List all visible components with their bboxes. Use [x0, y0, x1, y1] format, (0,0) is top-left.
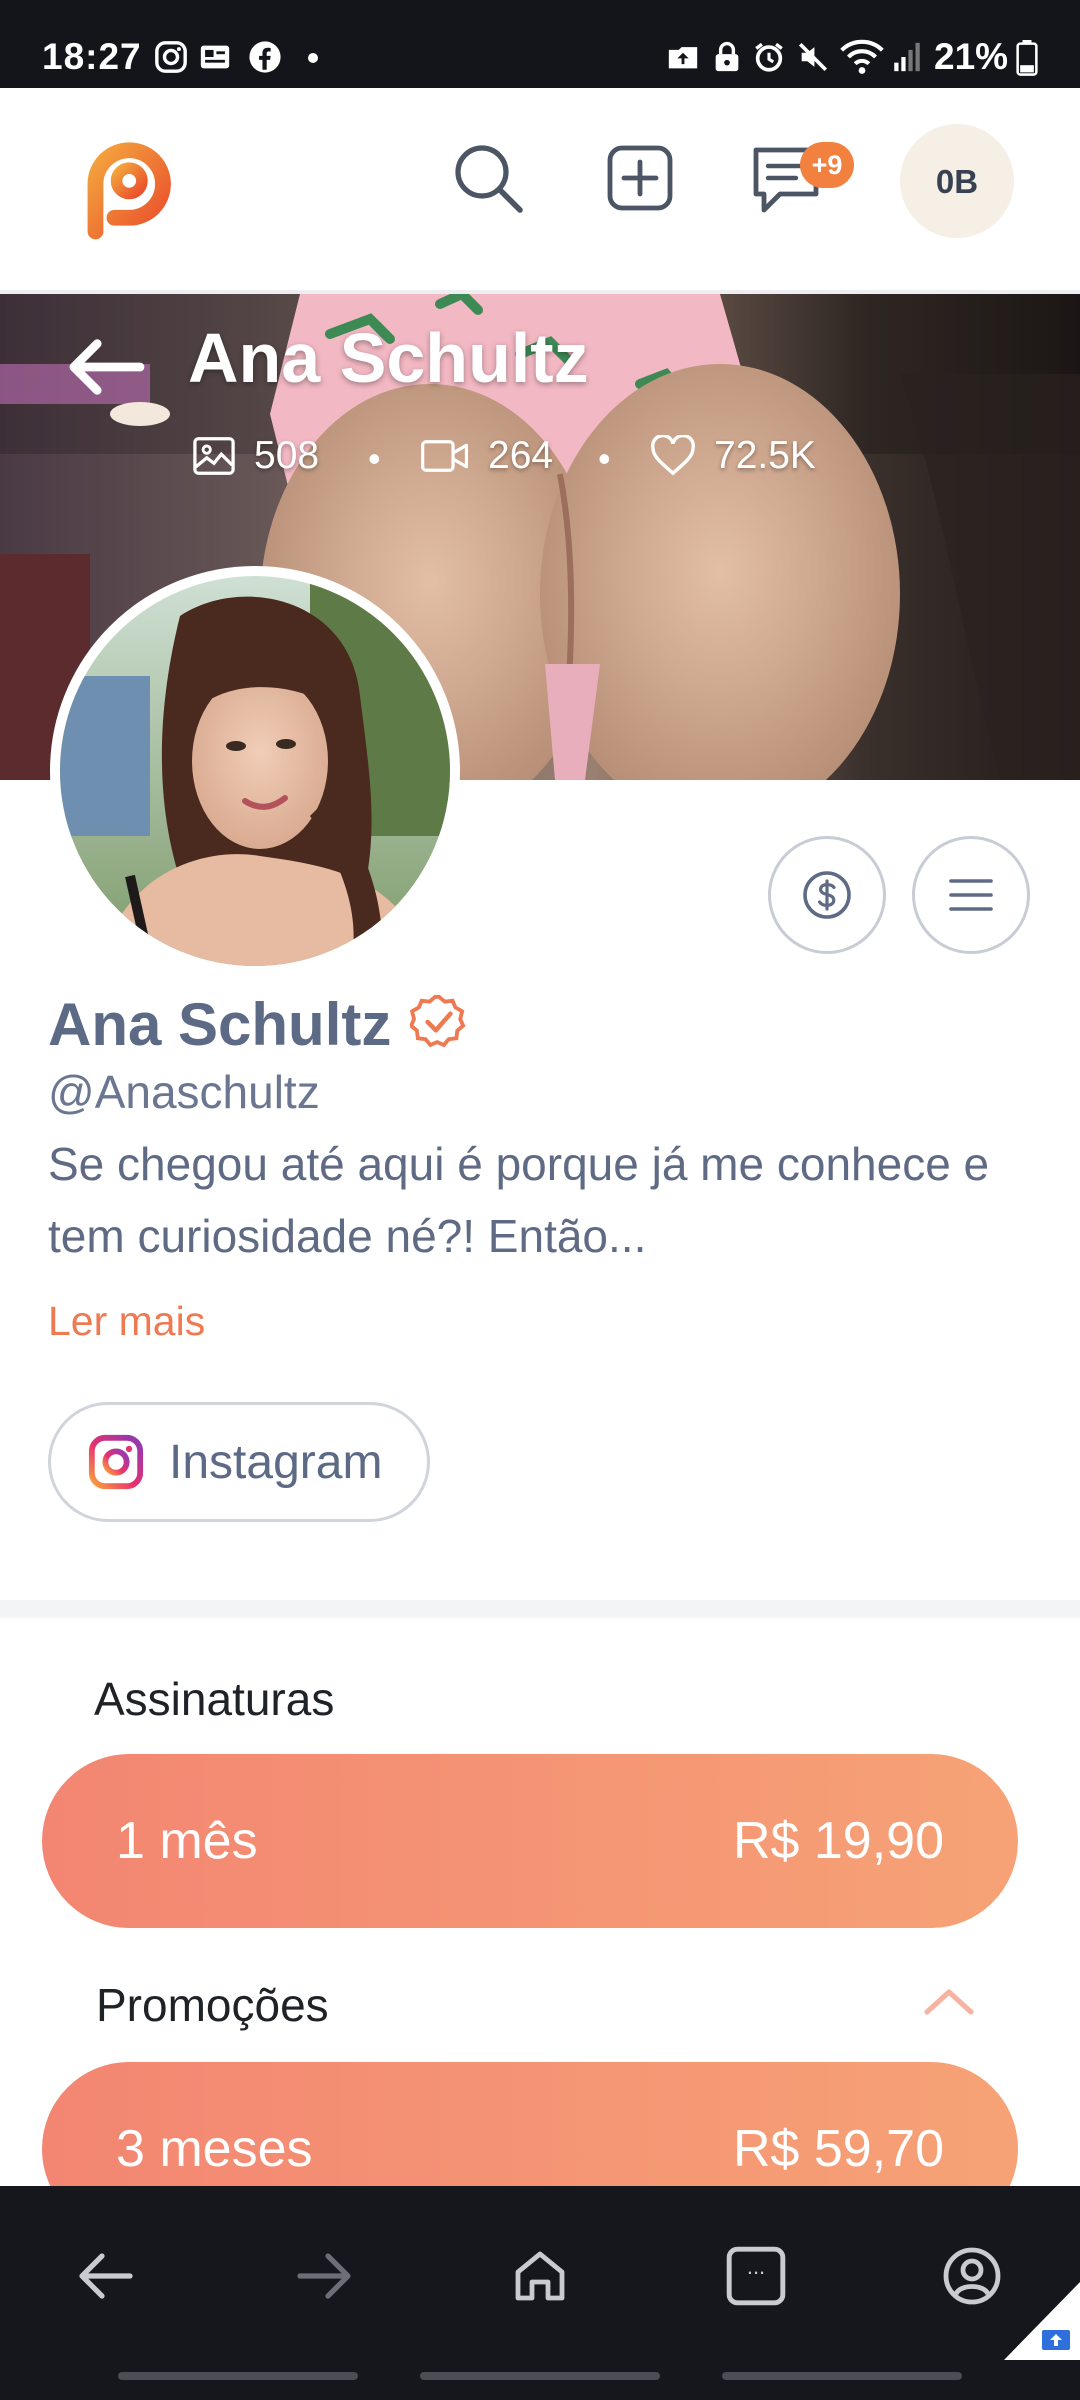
plan-price: R$ 59,70: [732, 2120, 944, 2178]
messages-badge: +9: [800, 142, 854, 188]
tabs-count: ...: [746, 2254, 766, 2279]
plan-duration: 1 mês: [116, 1812, 258, 1870]
video-icon: [421, 440, 469, 472]
profile-name-text: Ana Schultz: [48, 991, 392, 1058]
search-icon: [455, 145, 523, 213]
tabs-button[interactable]: ...: [716, 2236, 796, 2316]
menu-button[interactable]: [912, 836, 1030, 954]
dot-icon: [308, 53, 318, 63]
dollar-icon: [803, 871, 851, 919]
profile-bio: Se chegou até aqui é porque já me conhec…: [48, 1138, 990, 1262]
subscriptions-title: Assinaturas: [94, 1673, 335, 1725]
photos-count: 508: [192, 434, 319, 478]
battery-percent: 21%: [934, 36, 1009, 77]
battery-icon: [1016, 40, 1038, 76]
videos-count-value: 264: [488, 434, 554, 477]
nav-forward-button[interactable]: [284, 2236, 364, 2316]
upload-icon: [668, 47, 698, 69]
plan-duration: 3 meses: [116, 2120, 313, 2178]
gesture-bar: [722, 2372, 962, 2380]
profile-name: Ana Schultz: [48, 990, 468, 1059]
wifi-icon: [840, 39, 884, 74]
back-arrow-icon: [69, 339, 145, 395]
user-avatar-button[interactable]: 0B: [900, 124, 1014, 238]
read-more-link[interactable]: Ler mais: [48, 1298, 205, 1345]
instagram-icon: [155, 41, 187, 73]
plan-price: R$ 19,90: [732, 1812, 944, 1870]
nav-forward-icon: [297, 2253, 351, 2299]
plan-1-month-button[interactable]: 1 mês R$ 19,90: [42, 1754, 1018, 1928]
stat-separator: •: [368, 438, 381, 479]
likes-count: 72.5K: [650, 434, 816, 478]
cover-title: Ana Schultz: [188, 319, 589, 397]
photos-count-value: 508: [254, 434, 320, 477]
floating-action-icon[interactable]: [1004, 2282, 1080, 2360]
chevron-up-icon: [924, 1988, 974, 2015]
signal-icon: [894, 42, 920, 72]
tip-button[interactable]: [768, 836, 886, 954]
home-button[interactable]: [500, 2236, 580, 2316]
add-post-button[interactable]: [604, 142, 676, 214]
browser-bottom-nav: ...: [0, 2186, 1080, 2400]
add-post-icon: [607, 145, 673, 211]
status-bar: 18:27 21%: [0, 0, 1080, 88]
image-icon: [193, 437, 235, 475]
instagram-link-button[interactable]: Instagram: [48, 1402, 430, 1522]
back-button[interactable]: [62, 332, 148, 402]
nav-back-icon: [79, 2253, 133, 2299]
facebook-icon: [249, 41, 281, 73]
app-header: +9 0B: [0, 90, 1080, 294]
stat-separator: •: [598, 438, 611, 479]
profile-avatar[interactable]: [50, 566, 460, 976]
heart-icon: [651, 435, 695, 476]
promotions-toggle[interactable]: [918, 1982, 980, 2024]
alarm-icon: [755, 42, 783, 72]
gesture-bar: [420, 2372, 660, 2380]
mute-icon: [798, 42, 828, 72]
status-time: 18:27: [42, 36, 142, 77]
verified-badge-icon: [408, 994, 466, 1048]
videos-count: 264: [420, 434, 553, 478]
home-icon: [515, 2251, 565, 2301]
section-divider: [0, 1600, 1080, 1618]
brand-logo[interactable]: [72, 126, 178, 242]
instagram-label: Instagram: [169, 1435, 383, 1489]
brand-logo-icon: [87, 142, 171, 240]
lock-icon: [715, 41, 739, 72]
nav-back-button[interactable]: [66, 2236, 146, 2316]
menu-icon: [949, 879, 993, 911]
instagram-icon: [88, 1434, 144, 1490]
account-button[interactable]: [932, 2236, 1012, 2316]
promotions-title: Promoções: [96, 1979, 329, 2031]
account-icon: [943, 2247, 1001, 2305]
search-button[interactable]: [448, 138, 528, 218]
profile-handle: @Anaschultz: [48, 1066, 320, 1118]
avatar-photo: [60, 576, 450, 966]
likes-count-value: 72.5K: [714, 434, 816, 477]
photo-icon: [200, 45, 230, 69]
gesture-bar: [118, 2372, 358, 2380]
